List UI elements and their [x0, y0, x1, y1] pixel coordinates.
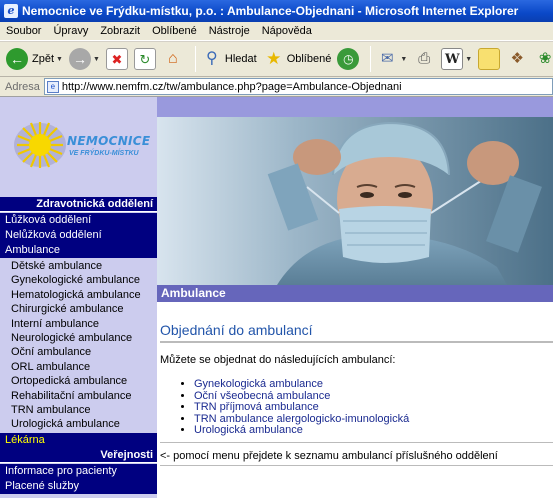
- content-divider: [160, 465, 553, 466]
- note-icon: [478, 48, 501, 70]
- sidebar-item-outpatient[interactable]: Nelůžková oddělení: [0, 228, 157, 243]
- intro-text: Můžete se objednat do následujících ambu…: [160, 354, 396, 366]
- search-icon: ⚲: [206, 50, 218, 67]
- web-page: NEMOCNICE VE FRÝDKU-MÍSTKU Zdravotnická …: [0, 97, 553, 498]
- address-bar: Adresa e http://www.nemfm.cz/tw/ambulanc…: [0, 77, 553, 97]
- address-url: http://www.nemfm.cz/tw/ambulance.php?pag…: [61, 80, 402, 93]
- search-label: Hledat: [224, 53, 257, 65]
- sidebar-subitem-orl[interactable]: ORL ambulance: [0, 359, 157, 375]
- home-button[interactable]: ⌂: [162, 48, 184, 70]
- stop-icon: ✖: [105, 48, 128, 70]
- favorites-label: Oblíbené: [286, 53, 332, 65]
- ie-logo-icon: e: [4, 4, 18, 18]
- sidebar-subitem-surgery[interactable]: Chirurgické ambulance: [0, 302, 157, 317]
- chevron-down-icon[interactable]: ▼: [56, 56, 63, 63]
- sidebar-subitem-hematology[interactable]: Hematologická ambulance: [0, 287, 157, 303]
- toolbar-separator: [370, 46, 372, 72]
- research-icon: ❖: [510, 50, 524, 67]
- printer-icon: ⎙: [418, 50, 431, 67]
- address-input[interactable]: e http://www.nemfm.cz/tw/ambulance.php?p…: [43, 78, 553, 95]
- forward-arrow-icon: →: [68, 48, 91, 70]
- sidebar-subitem-pediatric[interactable]: Dětské ambulance: [0, 259, 157, 274]
- logo-name: NEMOCNICE: [67, 134, 151, 148]
- chevron-down-icon[interactable]: ▼: [465, 56, 472, 63]
- window-title: Nemocnice ve Frýdku-místku, p.o. : Ambul…: [22, 4, 519, 18]
- sidebar-subitem-gynecology[interactable]: Gynekologické ambulance: [0, 273, 157, 288]
- sidebar-subitem-urology[interactable]: Urologická ambulance: [0, 417, 157, 432]
- sidebar-subitem-rehabilitation[interactable]: Rehabilitační ambulance: [0, 388, 157, 403]
- star-icon: ★: [266, 49, 282, 68]
- messenger-icon: ❀: [538, 50, 552, 67]
- page-icon: e: [46, 80, 59, 93]
- sidebar: NEMOCNICE VE FRÝDKU-MÍSTKU Zdravotnická …: [0, 97, 157, 498]
- page-title: Objednání do ambulancí: [160, 322, 313, 338]
- sidebar-subitem-orthopedic[interactable]: Ortopedická ambulance: [0, 374, 157, 389]
- section-bar-ambulance: Ambulance: [157, 285, 553, 302]
- toolbar: ← Zpět ▼ → ▼ ✖ ↻ ⌂ ⚲ Hledat ★ Oblíbené ◷…: [0, 41, 553, 77]
- menu-oblibene[interactable]: Oblíbené: [146, 25, 203, 37]
- home-icon: ⌂: [168, 50, 178, 67]
- sidebar-item-inpatient[interactable]: Lůžková oddělení: [0, 213, 157, 228]
- sidebar-subitem-trn[interactable]: TRN ambulance: [0, 403, 157, 418]
- back-arrow-icon: ←: [6, 48, 28, 70]
- back-button[interactable]: ← Zpět ▼: [6, 48, 63, 70]
- doctor-photo: [157, 117, 553, 285]
- menu-napoveda[interactable]: Nápověda: [256, 25, 318, 37]
- link-gynecology[interactable]: Gynekologická ambulance: [194, 378, 409, 391]
- sidebar-section-departments: Zdravotnická oddělení: [0, 197, 157, 212]
- favorites-button[interactable]: ★ Oblíbené: [263, 48, 332, 70]
- sidebar-section-public: Veřejnosti: [0, 448, 157, 463]
- title-divider: [160, 341, 553, 343]
- link-trn-admission[interactable]: TRN příjmová ambulance: [194, 401, 409, 414]
- sidebar-subitem-neurology[interactable]: Neurologické ambulance: [0, 331, 157, 346]
- search-button[interactable]: ⚲ Hledat: [201, 48, 257, 70]
- menu-zobrazit[interactable]: Zobrazit: [94, 25, 146, 37]
- main-content: Objednání do ambulancí Můžete se objedna…: [157, 302, 553, 498]
- menu-soubor[interactable]: Soubor: [0, 25, 47, 37]
- history-button[interactable]: ◷: [337, 48, 360, 70]
- doctor-mask-image: [157, 117, 553, 285]
- sidebar-item-patient-info[interactable]: Informace pro pacienty: [0, 464, 157, 479]
- chevron-down-icon[interactable]: ▼: [93, 56, 100, 63]
- back-label: Zpět: [32, 53, 55, 65]
- mail-button[interactable]: ✉ ▼: [376, 48, 407, 70]
- mail-icon: ✉: [381, 50, 394, 67]
- menu-nastroje[interactable]: Nástroje: [203, 25, 256, 37]
- messenger-button[interactable]: ❀: [534, 48, 553, 70]
- ambulance-link-list: Gynekologická ambulance Oční všeobecná a…: [180, 378, 409, 437]
- address-label: Adresa: [5, 80, 40, 93]
- stop-button[interactable]: ✖: [105, 48, 128, 70]
- word-edit-icon: W: [441, 48, 464, 70]
- sun-logo-icon: [14, 122, 66, 168]
- forward-button[interactable]: → ▼: [68, 48, 100, 70]
- link-urology[interactable]: Urologická ambulance: [194, 424, 409, 437]
- window-titlebar: e Nemocnice ve Frýdku-místku, p.o. : Amb…: [0, 0, 553, 22]
- sidebar-subitem-internal[interactable]: Interní ambulance: [0, 316, 157, 331]
- discuss-button[interactable]: [478, 48, 501, 70]
- chevron-down-icon[interactable]: ▼: [400, 56, 407, 63]
- sidebar-item-pharmacy[interactable]: Lékárna: [0, 433, 157, 448]
- history-icon: ◷: [337, 48, 360, 70]
- sidebar-item-ambulance[interactable]: Ambulance: [0, 243, 157, 258]
- menu-upravy[interactable]: Úpravy: [47, 25, 94, 37]
- content-divider: [160, 442, 553, 443]
- toolbar-separator: [194, 46, 196, 72]
- logo-subtitle: VE FRÝDKU-MÍSTKU: [69, 150, 139, 157]
- hospital-logo[interactable]: NEMOCNICE VE FRÝDKU-MÍSTKU: [3, 100, 157, 192]
- print-button[interactable]: ⎙: [413, 48, 435, 70]
- sidebar-item-paid-services[interactable]: Placené služby: [0, 479, 157, 494]
- refresh-icon: ↻: [133, 48, 156, 70]
- back-note: <- pomocí menu přejdete k seznamu ambula…: [160, 450, 498, 462]
- research-button[interactable]: ❖: [506, 48, 528, 70]
- refresh-button[interactable]: ↻: [133, 48, 156, 70]
- menubar: Soubor Úpravy Zobrazit Oblíbené Nástroje…: [0, 22, 553, 41]
- edit-button[interactable]: W ▼: [441, 48, 472, 70]
- sidebar-subitem-eye[interactable]: Oční ambulance: [0, 345, 157, 360]
- header-strip: [157, 97, 553, 117]
